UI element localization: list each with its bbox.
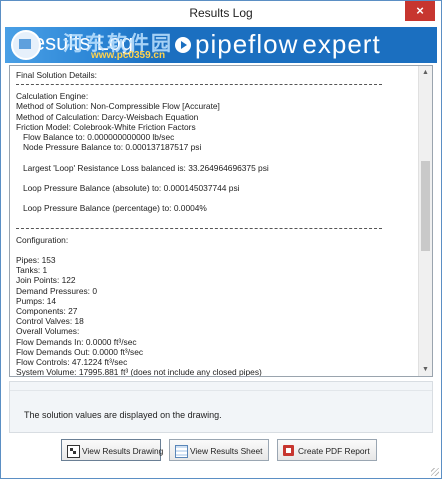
log-line: Largest 'Loop' Resistance Loss balanced …: [16, 162, 269, 173]
header-banner: Results Log 河东软件园 www.pc0359.cn pipeflow…: [5, 27, 437, 63]
log-line: Flow Controls: 47.1224 ft³/sec: [16, 356, 128, 367]
log-line: Control Valves: 18: [16, 316, 84, 327]
close-button[interactable]: ×: [405, 1, 435, 21]
brand-pipeflow: pipeflow: [195, 29, 299, 59]
log-line: Friction Model: Colebrook-White Friction…: [16, 121, 196, 132]
results-log-window: Results Log × Results Log 河东软件园 www.pc03…: [0, 0, 442, 479]
resize-grip[interactable]: [431, 468, 439, 476]
scroll-up-icon[interactable]: ▲: [419, 66, 432, 79]
status-panel: The solution values are displayed on the…: [9, 381, 433, 433]
brand-logo-text: pipeflow expert: [195, 29, 381, 60]
log-line: Loop Pressure Balance (percentage) to: 0…: [16, 203, 207, 214]
drawing-icon: [67, 445, 80, 458]
log-line: Flow Balance to: 0.000000000000 lb/sec: [16, 131, 175, 142]
vertical-scrollbar[interactable]: ▲ ▼: [418, 66, 432, 376]
results-log-textbox[interactable]: Final Solution Details: Calculation Engin…: [9, 65, 433, 377]
log-line: Demand Pressures: 0: [16, 285, 97, 296]
log-line: System Volume: 17995.881 ft³ (does not i…: [16, 367, 262, 377]
create-pdf-report-label: Create PDF Report: [298, 446, 370, 456]
log-line: Join Points: 122: [16, 275, 76, 286]
title-bar[interactable]: Results Log ×: [1, 1, 441, 27]
log-line: Node Pressure Balance to: 0.000137187517…: [16, 142, 202, 153]
log-separator: [16, 227, 382, 230]
pdf-icon: [283, 445, 294, 456]
log-line: Method of Solution: Non-Compressible Flo…: [16, 101, 220, 112]
log-line: Tanks: 1: [16, 265, 48, 276]
log-line: Overall Volumes:: [16, 326, 80, 337]
view-results-drawing-label: View Results Drawing: [82, 446, 164, 456]
status-message: The solution values are displayed on the…: [24, 410, 222, 420]
log-line: Calculation Engine:: [16, 91, 89, 102]
log-line: Flow Demands Out: 0.0000 ft³/sec: [16, 346, 144, 357]
log-line: Flow Demands In: 0.0000 ft³/sec: [16, 336, 137, 347]
create-pdf-report-button[interactable]: Create PDF Report: [277, 439, 377, 461]
log-separator: [16, 84, 382, 86]
log-content: Final Solution Details: Calculation Engin…: [16, 70, 416, 377]
status-panel-divider: [10, 382, 432, 391]
view-results-drawing-button[interactable]: View Results Drawing: [61, 439, 164, 461]
watermark-url: www.pc0359.cn: [91, 50, 166, 61]
brand-expert: expert: [302, 29, 381, 59]
watermark-logo-icon: [11, 30, 41, 60]
window-title: Results Log: [189, 6, 253, 20]
log-line: Method of Calculation: Darcy-Weisbach Eq…: [16, 111, 199, 122]
log-line: Pumps: 14: [16, 295, 57, 306]
brand-arrow-icon: [175, 37, 191, 53]
log-line: Loop Pressure Balance (absolute) to: 0.0…: [16, 182, 240, 193]
close-icon: ×: [416, 3, 424, 18]
log-line: Components: 27: [16, 305, 78, 316]
log-line: Pipes: 153: [16, 255, 56, 265]
view-results-sheet-button[interactable]: View Results Sheet: [169, 439, 269, 461]
view-results-sheet-label: View Results Sheet: [190, 446, 263, 456]
log-line: Configuration:: [16, 234, 69, 245]
log-line: Final Solution Details:: [16, 70, 97, 80]
sheet-icon: [175, 445, 188, 458]
scroll-thumb[interactable]: [421, 161, 430, 251]
scroll-down-icon[interactable]: ▼: [419, 363, 432, 376]
